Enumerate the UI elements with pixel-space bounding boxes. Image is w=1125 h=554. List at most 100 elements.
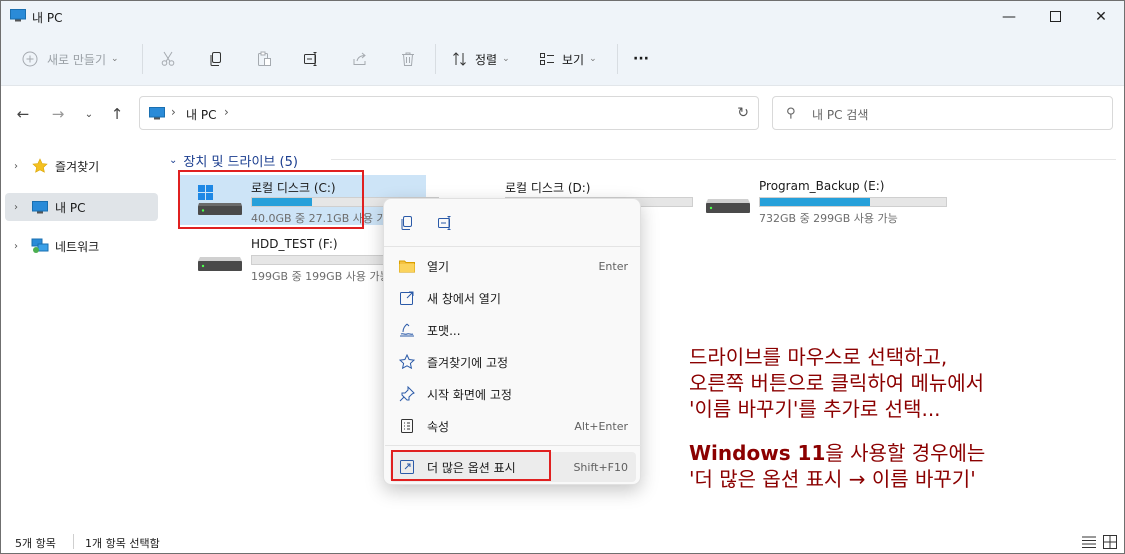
- menu-item-label: 시작 화면에 고정: [427, 387, 512, 402]
- drive-size-text: 199GB 중 199GB 사용 가능: [251, 270, 390, 283]
- breadcrumb-separator-icon[interactable]: ›: [224, 105, 229, 119]
- title-bar: 내 PC — ✕: [1, 1, 1124, 32]
- menu-item-shortcut: Enter: [598, 259, 628, 273]
- paste-button[interactable]: [255, 46, 273, 72]
- sidebar-item-this-pc[interactable]: › 내 PC: [5, 193, 158, 221]
- chevron-right-icon[interactable]: ›: [5, 202, 27, 213]
- annotation-line: 오른쪽 버튼으로 클릭하여 메뉴에서: [689, 371, 985, 395]
- share-button[interactable]: [351, 46, 369, 72]
- chevron-right-icon[interactable]: ›: [5, 241, 27, 252]
- menu-item-open-new-window[interactable]: 새 창에서 열기: [390, 283, 636, 313]
- breadcrumb-item[interactable]: 내 PC: [186, 106, 216, 123]
- menu-item-label: 새 창에서 열기: [427, 291, 501, 306]
- sort-button[interactable]: 정렬 ⌄: [451, 46, 510, 72]
- delete-button[interactable]: [399, 46, 417, 72]
- menu-item-pin-quick-access[interactable]: 즐겨찾기에 고정: [390, 347, 636, 377]
- close-button[interactable]: ✕: [1078, 1, 1124, 32]
- file-list: ⌄ 장치 및 드라이브 (5) 로컬 디스크 (C:) 40.0GB 중 27.…: [161, 140, 1124, 530]
- item-count: 5개 항목: [15, 537, 56, 550]
- hard-drive-icon: [198, 257, 242, 271]
- annotation-bold: Windows 11: [689, 441, 826, 465]
- view-label: 보기: [562, 52, 585, 67]
- minimize-icon: —: [1002, 8, 1016, 25]
- hard-drive-icon: [706, 199, 750, 213]
- window-title: 내 PC: [32, 11, 63, 25]
- chevron-down-icon: ⌄: [84, 108, 94, 120]
- menu-item-label: 즐겨찾기에 고정: [427, 355, 509, 370]
- new-label: 새로 만들기: [47, 52, 107, 67]
- sort-label: 정렬: [475, 52, 498, 67]
- tiles-view-button[interactable]: [1102, 534, 1118, 550]
- rename-button[interactable]: [303, 46, 321, 72]
- chevron-right-icon[interactable]: ›: [5, 161, 27, 172]
- drive-item-e[interactable]: Program_Backup (E:) 732GB 중 299GB 사용 가능: [687, 175, 947, 225]
- sidebar-item-quick-access[interactable]: › 즐겨찾기: [5, 152, 158, 180]
- status-bar: 5개 항목 1개 항목 선택함: [1, 530, 1124, 554]
- menu-item-open[interactable]: 열기 Enter: [390, 251, 636, 281]
- chevron-down-icon: ⌄: [502, 54, 510, 64]
- maximize-button[interactable]: [1032, 1, 1078, 32]
- forward-button[interactable]: →: [48, 104, 68, 124]
- sidebar-item-label: 네트워크: [55, 239, 100, 254]
- menu-item-shortcut: Shift+F10: [573, 460, 628, 474]
- arrow-up-icon: ↑: [110, 105, 124, 123]
- menu-item-properties[interactable]: 속성 Alt+Enter: [390, 411, 636, 441]
- search-box[interactable]: ⚲ 내 PC 검색: [772, 96, 1113, 130]
- context-quick-actions: [384, 199, 640, 247]
- search-placeholder: 내 PC 검색: [812, 108, 869, 122]
- arrow-left-icon: ←: [16, 105, 30, 123]
- group-title: 장치 및 드라이브 (5): [183, 155, 298, 170]
- menu-item-format[interactable]: 포맷...: [390, 315, 636, 345]
- copy-button[interactable]: [207, 46, 225, 72]
- close-icon: ✕: [1095, 8, 1107, 25]
- cut-button[interactable]: [159, 46, 177, 72]
- details-view-button[interactable]: [1081, 534, 1097, 550]
- navigation-pane: › 즐겨찾기 › 내 PC › 네트워크: [1, 140, 161, 530]
- sidebar-item-label: 내 PC: [55, 200, 86, 215]
- trash-icon: [399, 50, 417, 68]
- new-button[interactable]: 새로 만들기 ⌄: [21, 46, 119, 72]
- minimize-button[interactable]: —: [986, 1, 1032, 32]
- view-list-icon: [538, 50, 556, 68]
- star-icon: [31, 158, 49, 174]
- menu-divider: [385, 445, 641, 446]
- sidebar-item-label: 즐겨찾기: [55, 159, 100, 174]
- rename-button[interactable]: [436, 213, 456, 233]
- properties-icon: [398, 417, 416, 435]
- annotation-text: 을 사용할 경우에는: [825, 441, 986, 465]
- menu-item-shortcut: Alt+Enter: [574, 419, 628, 433]
- plus-circle-icon: [21, 50, 39, 68]
- group-divider: [331, 159, 1116, 160]
- group-header[interactable]: ⌄ 장치 및 드라이브 (5): [169, 151, 298, 170]
- star-outline-icon: [398, 353, 416, 371]
- sidebar-item-network[interactable]: › 네트워크: [5, 232, 158, 260]
- copy-icon: [401, 216, 412, 230]
- annotation-line: '더 많은 옵션 표시 → 이름 바꾸기': [689, 467, 976, 491]
- toolbar-divider: [435, 44, 436, 74]
- copy-button[interactable]: [397, 213, 417, 233]
- drive-name: 로컬 디스크 (D:): [505, 181, 591, 195]
- selected-count: 1개 항목 선택함: [85, 537, 160, 550]
- menu-item-label: 속성: [427, 419, 450, 434]
- annotation-line: '이름 바꾸기'를 추가로 선택...: [689, 397, 941, 421]
- command-bar: 새로 만들기 ⌄ 정렬 ⌄ 보기 ⌄ ···: [1, 32, 1124, 86]
- rename-icon: [438, 216, 451, 230]
- drive-name: Program_Backup (E:): [759, 179, 885, 193]
- refresh-icon[interactable]: ↻: [737, 105, 749, 121]
- open-new-window-icon: [398, 289, 416, 307]
- drive-size-text: 732GB 중 299GB 사용 가능: [759, 212, 898, 225]
- menu-item-pin-start[interactable]: 시작 화면에 고정: [390, 379, 636, 409]
- recent-locations-button[interactable]: ⌄: [79, 104, 99, 124]
- highlight-box: [391, 450, 551, 481]
- arrow-right-icon: →: [51, 105, 65, 123]
- address-bar[interactable]: › 내 PC › ↻: [139, 96, 759, 130]
- more-button[interactable]: ···: [633, 46, 649, 72]
- up-button[interactable]: ↑: [107, 104, 127, 124]
- tiles-view-icon: [1103, 535, 1117, 549]
- clipboard-icon: [255, 50, 273, 68]
- back-button[interactable]: ←: [13, 104, 33, 124]
- annotation-line: 드라이브를 마우스로 선택하고,: [689, 345, 948, 369]
- folder-icon: [398, 257, 416, 275]
- view-button[interactable]: 보기 ⌄: [538, 46, 597, 72]
- chevron-down-icon: ⌄: [111, 54, 119, 64]
